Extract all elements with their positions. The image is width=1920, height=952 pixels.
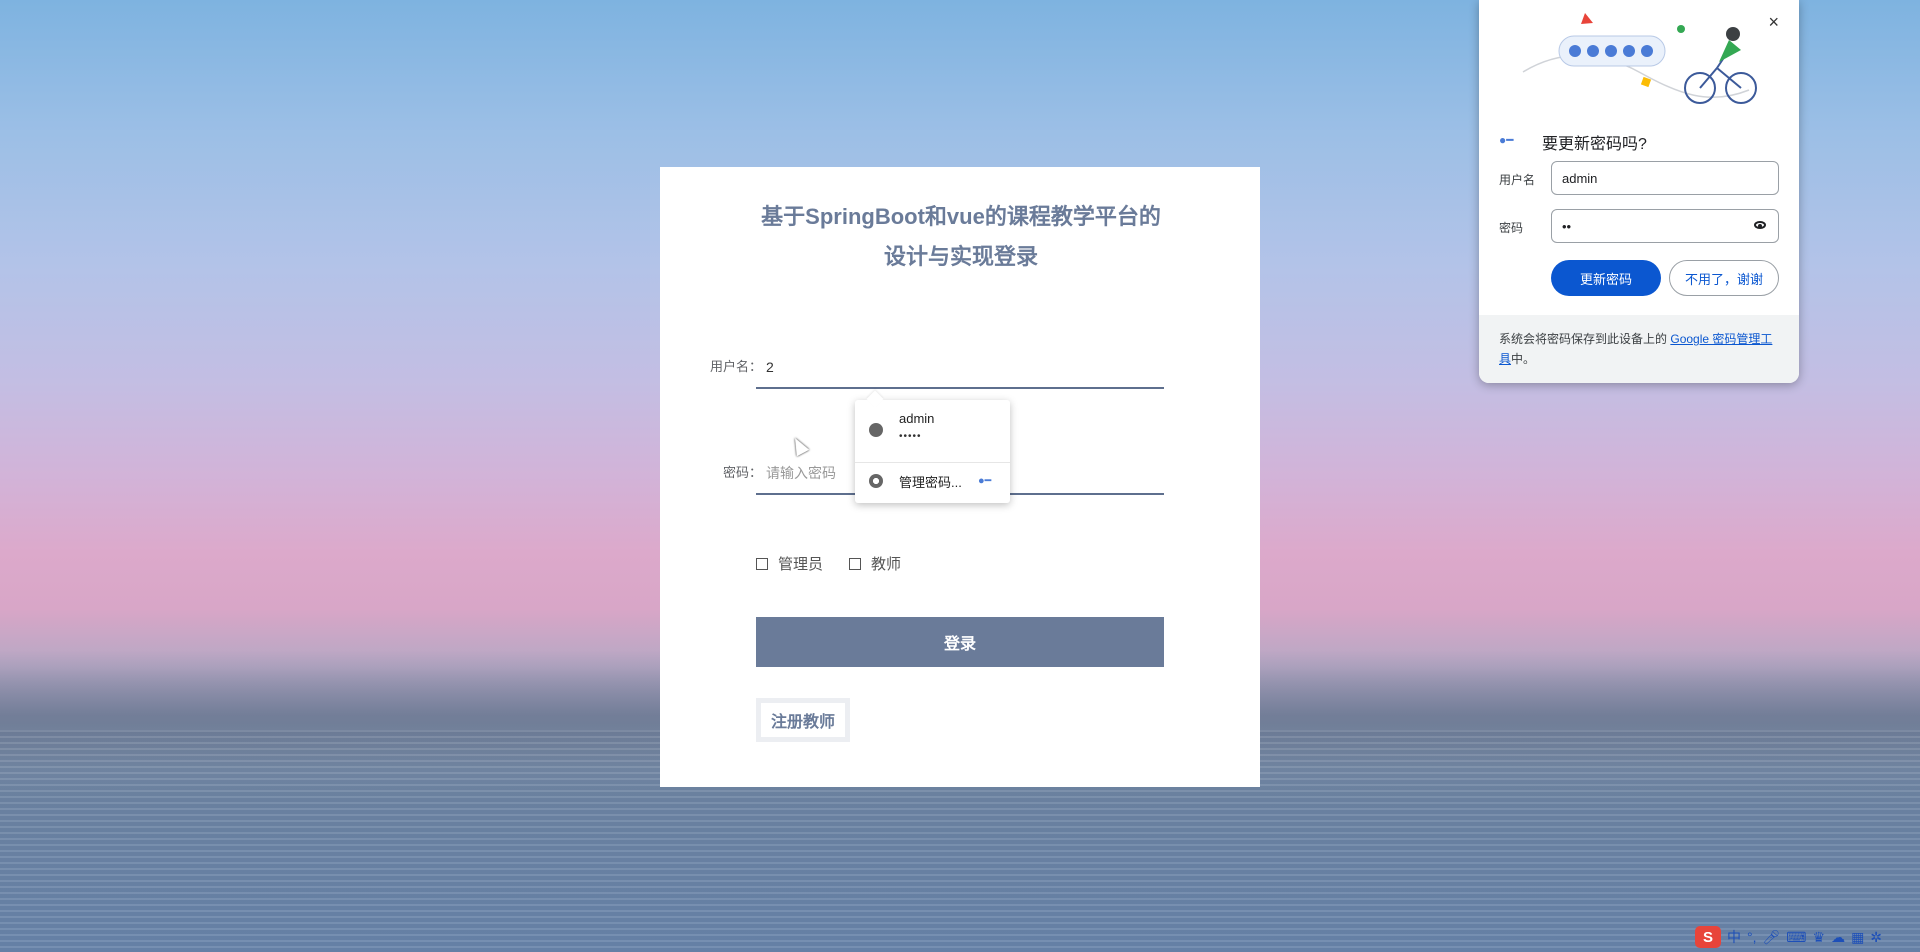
autofill-dropdown: admin ••••• 管理密码... ●━ [855, 400, 1010, 503]
admin-checkbox-option[interactable]: 管理员 [756, 553, 823, 574]
login-title: 基于SpringBoot和vue的课程教学平台的设计与实现登录 [761, 204, 1161, 269]
role-checkboxes: 管理员 教师 [756, 553, 927, 574]
ime-chinese-mode[interactable]: 中 [1727, 927, 1741, 947]
mic-icon[interactable]: 🎤︎ [1763, 929, 1781, 946]
username-label: 用户名： [709, 359, 762, 374]
footer-text: 系统会将密码保存到此设备上的 [1499, 332, 1668, 346]
teacher-checkbox-label: 教师 [871, 556, 902, 573]
register-teacher-button[interactable]: 注册教师 [756, 698, 851, 742]
password-key-icon: ●━ [1499, 133, 1514, 147]
username-input[interactable] [756, 347, 1164, 387]
bubble-password-label: 密码 [1499, 221, 1524, 235]
login-button[interactable]: 登录 [756, 617, 1164, 667]
bubble-username-input[interactable]: admin [1551, 161, 1779, 195]
teacher-checkbox[interactable] [849, 557, 862, 570]
key-icon: ●━ [978, 475, 992, 487]
keyboard-icon[interactable]: ⌨ [1786, 929, 1806, 946]
username-field-wrapper [756, 347, 1164, 389]
password-illustration [1522, 13, 1757, 104]
admin-checkbox-label: 管理员 [778, 556, 824, 573]
chrome-icon [869, 474, 883, 488]
password-label: 密码： [722, 465, 762, 480]
skin-icon[interactable]: ♛ [1813, 929, 1826, 946]
globe-icon [869, 423, 883, 437]
ime-toolbar: S 中 °, 🎤︎ ⌨ ♛ ☁ ▦ ✲ [1691, 922, 1920, 952]
ime-logo-icon[interactable]: S [1695, 926, 1721, 948]
cloud-icon[interactable]: ☁ [1831, 929, 1845, 946]
autofill-password-mask: ••••• [899, 431, 922, 442]
autofill-username: admin [899, 411, 935, 426]
footer-suffix: 中。 [1511, 352, 1536, 366]
autofill-manage-passwords[interactable]: 管理密码... ●━ [855, 462, 1010, 499]
decline-button[interactable]: 不用了，谢谢 [1669, 260, 1779, 296]
admin-checkbox[interactable] [756, 557, 768, 570]
password-update-bubble: × ●━ 要更新密码吗? 用户名 admin 密码 •• 更新密码 不用了，谢谢… [1479, 0, 1799, 383]
password-bubble-title: 要更新密码吗? [1542, 136, 1647, 153]
autofill-suggestion[interactable]: admin ••••• [855, 408, 1010, 454]
close-icon[interactable]: × [1768, 12, 1779, 33]
password-bubble-footer: 系统会将密码保存到此设备上的 Google 密码管理工具中。 [1479, 315, 1799, 383]
settings-icon[interactable]: ✲ [1870, 929, 1882, 946]
teacher-checkbox-option[interactable]: 教师 [849, 553, 901, 574]
bubble-password-value: •• [1562, 218, 1572, 234]
bubble-username-value: admin [1562, 170, 1598, 186]
manage-passwords-label: 管理密码... [899, 475, 962, 490]
ime-punctuation-mode[interactable]: °, [1747, 929, 1757, 945]
grid-icon[interactable]: ▦ [1851, 929, 1864, 946]
show-password-eye-icon[interactable] [1754, 221, 1766, 229]
update-password-button[interactable]: 更新密码 [1551, 260, 1661, 296]
bubble-password-input[interactable]: •• [1551, 209, 1779, 243]
bubble-username-label: 用户名 [1499, 173, 1536, 187]
